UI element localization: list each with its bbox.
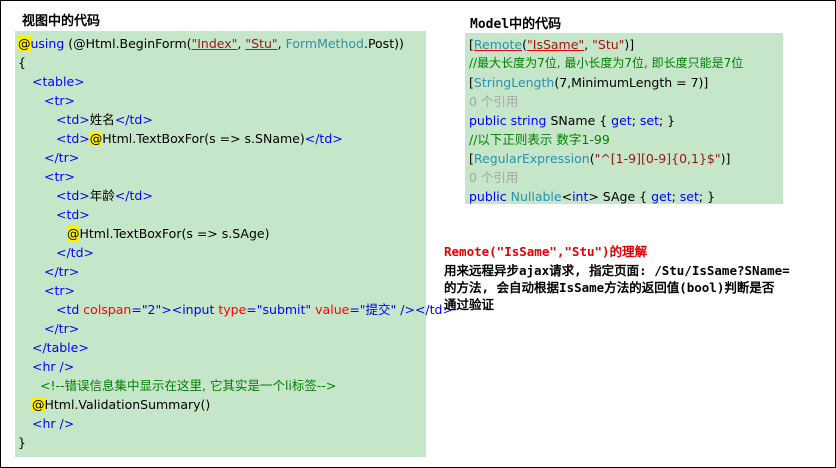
post-member: .Post)) (363, 36, 404, 51)
angle-bracket: < (561, 189, 573, 204)
age-label-text: 年龄 (89, 188, 115, 203)
value-value: "提交" (359, 302, 397, 317)
property-end: ; } (698, 189, 716, 204)
code-line-21: <hr /> (32, 416, 75, 431)
equals-sign: = (246, 302, 257, 317)
view-code-panel: @using (@Html.BeginForm("Index", "Stu", … (15, 31, 453, 457)
public-keyword: public (469, 113, 507, 128)
comma: , (584, 37, 593, 52)
nullable-type: Nullable (506, 189, 562, 204)
code-line-17: </table> (32, 340, 89, 355)
model-line-4-reference-count[interactable]: 0 个引用 (469, 92, 518, 111)
td-open-tag: <td (56, 302, 84, 317)
code-line-1: @using (@Html.BeginForm("Index", "Stu", … (18, 34, 404, 53)
stu-string: "Stu" (592, 37, 625, 52)
code-line-11: @Html.TextBoxFor(s => s.SAge) (67, 224, 269, 243)
code-line-12: </td> (56, 245, 94, 260)
razor-at-symbol: @ (67, 226, 80, 241)
code-line-14: <tr> (44, 283, 75, 298)
td-open-tag: <td> (56, 112, 90, 127)
razor-at-symbol: @ (32, 397, 45, 412)
model-line-3: [StringLength(7,MinimumLength = 7)] (469, 73, 708, 92)
model-line-6-comment: //以下正则表示 数字1-99 (469, 132, 610, 147)
td-open-tag: <td> (56, 131, 90, 146)
code-line-13: </tr> (44, 264, 80, 279)
string-keyword: string (506, 113, 547, 128)
colspan-attribute: colspan (83, 302, 132, 317)
stu-string: "Stu" (245, 36, 278, 51)
td-open-tag: <td> (56, 188, 90, 203)
type-value: "submit" (256, 302, 312, 317)
razor-at-symbol: @ (89, 131, 103, 146)
colspan-value: "2" (141, 302, 162, 317)
explanation-heading: Remote("IsSame","Stu")的理解 (444, 244, 648, 259)
begin-form-call: (@Html.BeginForm( (64, 36, 192, 51)
sname-property: SName { (546, 113, 612, 128)
get-keyword: get (651, 189, 672, 204)
code-line-8: <tr> (44, 169, 75, 184)
code-line-3: <table> (32, 74, 85, 89)
get-keyword: get (611, 113, 632, 128)
code-line-9: <td>年龄</td> (56, 186, 153, 205)
code-line-4: <tr> (44, 93, 75, 108)
td-close-tag: </td> (114, 112, 153, 127)
code-line-19-comment: <!--错误信息集中显示在这里, 它其实是一个li标签--> (40, 378, 337, 393)
property-end: ; } (659, 113, 676, 128)
regularexpression-attribute: RegularExpression (473, 151, 590, 166)
name-label-text: 姓名 (89, 112, 115, 127)
equals-sign: = (131, 302, 142, 317)
index-string: "Index" (191, 36, 238, 51)
model-line-7: [RegularExpression("^[1-9][0-9]{0,1}$")] (469, 149, 730, 168)
code-line-15: <td colspan="2"><input type="submit" val… (56, 300, 453, 319)
code-line-10: <td> (56, 207, 90, 222)
code-line-22: } (18, 435, 26, 450)
textboxfor-sname-call: Html.TextBoxFor(s => s.SName) (102, 131, 305, 146)
model-line-5: public string SName { get; set; } (469, 111, 675, 130)
code-line-2: { (18, 55, 26, 70)
bracket: )] (720, 151, 731, 166)
code-line-7: </tr> (44, 150, 80, 165)
td-close-tag: </td> (114, 188, 153, 203)
value-attribute: value (311, 302, 350, 317)
model-line-8-reference-count[interactable]: 0 个引用 (469, 168, 518, 187)
model-line-2-comment: //最大长度为7位, 最小长度为7位, 即长度只能是7位 (469, 56, 744, 70)
bracket: )] (624, 37, 635, 52)
input-open-tag: ><input (161, 302, 219, 317)
code-line-6: <td>@Html.TextBoxFor(s => s.SName)</td> (56, 129, 343, 148)
type-attribute: type (218, 302, 247, 317)
remote-attribute: Remote (473, 37, 523, 52)
razor-at-symbol: @ (18, 36, 31, 51)
using-keyword: using (30, 36, 65, 51)
view-section-title: 视图中的代码 (22, 14, 101, 29)
semicolon: ; (631, 113, 640, 128)
issame-string: "IsSame" (527, 37, 585, 52)
textboxfor-sage-call: Html.TextBoxFor(s => s.SAge) (79, 226, 270, 241)
model-code-panel: [Remote("IsSame", "Stu")] //最大长度为7位, 最小长… (465, 33, 783, 204)
td-close-tag: </td> (304, 131, 343, 146)
semicolon: ; (671, 189, 680, 204)
comma: , (277, 36, 286, 51)
set-keyword: set (639, 113, 659, 128)
regex-pattern-string: "^[1-9][0-9]{0,1}$" (594, 151, 721, 166)
int-keyword: int (572, 189, 589, 204)
code-line-18: <hr /> (32, 359, 75, 374)
code-line-16: </tr> (44, 321, 80, 336)
model-line-1: [Remote("IsSame", "Stu")] (469, 35, 634, 54)
model-section-title: Model中的代码 (470, 17, 562, 32)
explanation-line-3: 通过验证 (444, 297, 495, 312)
equals-sign: = (349, 302, 360, 317)
stringlength-attribute: StringLength (473, 75, 555, 90)
validation-summary-call: Html.ValidationSummary() (44, 397, 211, 412)
model-line-9: public Nullable<int> SAge { get; set; } (469, 187, 715, 206)
public-keyword: public (469, 189, 507, 204)
code-line-20: @Html.ValidationSummary() (32, 395, 210, 414)
set-keyword: set (679, 189, 699, 204)
stringlength-args: (7,MinimumLength = 7)] (554, 75, 709, 90)
formmethod-type: FormMethod (285, 36, 364, 51)
sage-property: > SAge { (588, 189, 652, 204)
code-line-5: <td>姓名</td> (56, 110, 153, 129)
